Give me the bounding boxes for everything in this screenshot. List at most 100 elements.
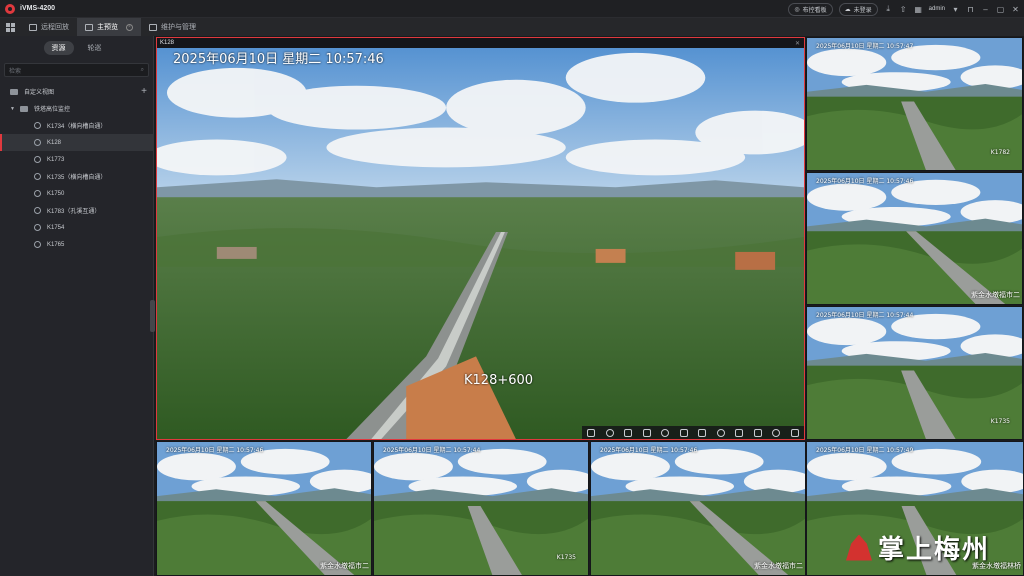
alarm-board-button[interactable]: ◎ 布控看板: [788, 2, 833, 16]
login-status-button[interactable]: ☁ 未登录: [838, 2, 878, 16]
video-tile[interactable]: 2025年06月10日 星期二 10:57:44 K1735: [373, 441, 589, 576]
main-video-window[interactable]: K128 ✕ 2025年06月10日 星期二 10:57:46 K128+600: [156, 37, 805, 440]
cloud-icon: ☁: [844, 6, 851, 13]
camera-icon: [34, 156, 41, 163]
tab-main-preview[interactable]: 主预览 ×: [77, 18, 141, 36]
group-item[interactable]: ▼ 铁塔高位监控: [0, 100, 153, 117]
custom-view-item[interactable]: 自定义视图 +: [0, 83, 153, 100]
search-icon[interactable]: ⌕: [141, 67, 144, 74]
more-icon[interactable]: [790, 428, 799, 437]
camera-icon: [34, 122, 41, 129]
camera-item[interactable]: K128: [0, 134, 153, 151]
watermark-logo: 掌上梅州: [845, 529, 990, 566]
record-icon[interactable]: [587, 428, 596, 437]
tab-maintenance[interactable]: 维护与管理: [141, 18, 204, 36]
home-icon[interactable]: [624, 428, 633, 437]
digital-zoom-icon[interactable]: [753, 428, 762, 437]
tile-timestamp: 2025年06月10日 星期二 10:57:44: [383, 447, 481, 454]
video-frame: [807, 307, 1022, 439]
tab-close-icon[interactable]: ×: [126, 23, 133, 31]
tile-location-label: 紫金水墩福市二: [971, 291, 1020, 299]
video-tile[interactable]: 2025年06月10日 星期二 10:57:46 紫金水墩福市二: [806, 172, 1023, 305]
tab-resources[interactable]: 资源: [43, 41, 74, 55]
camera-item[interactable]: K1734（横向槽自通）: [0, 117, 153, 134]
tile-timestamp: 2025年06月10日 星期二 10:57:44: [816, 312, 914, 319]
window-close-icon[interactable]: ✕: [795, 40, 800, 47]
sidebar-collapse-handle[interactable]: [150, 300, 155, 332]
video-frame: [807, 173, 1022, 304]
camera-icon: [34, 224, 41, 231]
camera-item[interactable]: K1783（孔溪互通）: [0, 202, 153, 219]
lock-icon[interactable]: ⊓: [966, 5, 975, 14]
title-bar: iVMS-4200 ◎ 布控看板 ☁ 未登录 ⤓ ⇧ ▦ admin ▾ ⊓ – ▢…: [0, 0, 1024, 18]
chevron-down-icon[interactable]: ▾: [951, 5, 960, 14]
video-frame: [591, 442, 805, 575]
video-tile[interactable]: 2025年06月10日 星期二 10:57:46 紫金水墩福市二: [590, 441, 806, 576]
video-frame: [807, 38, 1022, 170]
tile-location-label: 紫金水墩福市二: [754, 562, 803, 570]
tile-camera-label: K1735: [556, 554, 576, 561]
caret-down-icon[interactable]: ▼: [10, 106, 15, 112]
tab-remote-playback[interactable]: 远程回放: [21, 18, 77, 36]
search-input[interactable]: 检索 ⌕: [4, 63, 149, 77]
camera-icon: [34, 139, 41, 146]
fire-icon[interactable]: [642, 428, 651, 437]
tab-bar: 远程回放 主预览 × 维护与管理: [0, 18, 1024, 36]
user-menu[interactable]: admin: [929, 6, 945, 12]
camera-item[interactable]: K1735（横向槽自通）: [0, 168, 153, 185]
camera-icon: [34, 207, 41, 214]
upload-icon[interactable]: ⇧: [899, 5, 908, 14]
resource-sidebar: 资源 轮巡 检索 ⌕ 自定义视图 + ▼ 铁塔高位监控 K1734（横向槽自通）…: [0, 36, 154, 576]
close-icon[interactable]: ✕: [1011, 5, 1020, 14]
zoom-icon[interactable]: [661, 428, 670, 437]
sidebar-segment: 资源 轮巡: [0, 41, 153, 55]
mic-icon[interactable]: [735, 428, 744, 437]
add-view-icon[interactable]: +: [141, 86, 147, 97]
maintenance-icon: [149, 23, 157, 31]
app-name: iVMS-4200: [20, 5, 56, 12]
tile-camera-label: K1782: [990, 149, 1010, 156]
main-window-header: K128 ✕: [157, 38, 804, 48]
folder-icon: [19, 105, 28, 112]
playback-icon: [29, 23, 37, 31]
camera-icon: [34, 241, 41, 248]
app-logo-icon: [5, 3, 15, 14]
flame-logo-icon: [845, 534, 872, 561]
module-grid-icon[interactable]: [6, 22, 15, 32]
tile-timestamp: 2025年06月10日 星期二 10:57:46: [600, 447, 698, 454]
tab-patrol[interactable]: 轮巡: [80, 41, 110, 55]
camera-item[interactable]: K1754: [0, 219, 153, 236]
tile-timestamp: 2025年06月10日 星期二 10:57:46: [816, 178, 914, 185]
preview-icon: [85, 23, 93, 31]
resource-tree: 自定义视图 + ▼ 铁塔高位监控 K1734（横向槽自通） K128 K1773 K1…: [0, 83, 153, 253]
ptz-icon[interactable]: [679, 428, 688, 437]
video-tile[interactable]: 2025年06月10日 星期二 10:57:44 K1735: [806, 306, 1023, 440]
minimize-icon[interactable]: –: [981, 5, 990, 14]
view-icon: [10, 88, 18, 95]
camera-item[interactable]: K1773: [0, 151, 153, 168]
title-bar-actions: ◎ 布控看板 ☁ 未登录 ⤓ ⇧ ▦ admin ▾ ⊓ – ▢ ✕: [788, 2, 1020, 16]
grid-menu-icon[interactable]: ▦: [914, 5, 923, 14]
camera-item[interactable]: K1750: [0, 185, 153, 202]
video-frame: [157, 442, 371, 575]
maximize-icon[interactable]: ▢: [996, 5, 1005, 14]
download-icon[interactable]: ⤓: [884, 4, 893, 14]
tile-camera-label: K1735: [990, 418, 1010, 425]
record-circle-icon[interactable]: [716, 428, 725, 437]
alarm-icon: ◎: [794, 6, 800, 13]
tile-timestamp: 2025年06月10日 星期二 10:57:47: [816, 43, 914, 50]
video-tile[interactable]: 2025年06月10日 星期二 10:57:46 紫金水墩福市二: [156, 441, 372, 576]
snapshot-icon[interactable]: [698, 428, 707, 437]
main-location-label: K128+600: [464, 373, 534, 388]
tile-timestamp: 2025年06月10日 星期二 10:57:49: [816, 447, 914, 454]
watermark-text: 掌上梅州: [877, 535, 990, 565]
folder-icon[interactable]: [605, 428, 614, 437]
video-tile[interactable]: 2025年06月10日 星期二 10:57:47 K1782: [806, 37, 1023, 171]
camera-item[interactable]: K1765: [0, 236, 153, 253]
video-toolbar: [582, 426, 804, 439]
rotate-icon[interactable]: [772, 428, 781, 437]
camera-icon: [34, 173, 41, 180]
main-timestamp: 2025年06月10日 星期二 10:57:46: [173, 52, 384, 67]
tile-location-label: 紫金水墩福市二: [320, 562, 369, 570]
tile-timestamp: 2025年06月10日 星期二 10:57:46: [166, 447, 264, 454]
